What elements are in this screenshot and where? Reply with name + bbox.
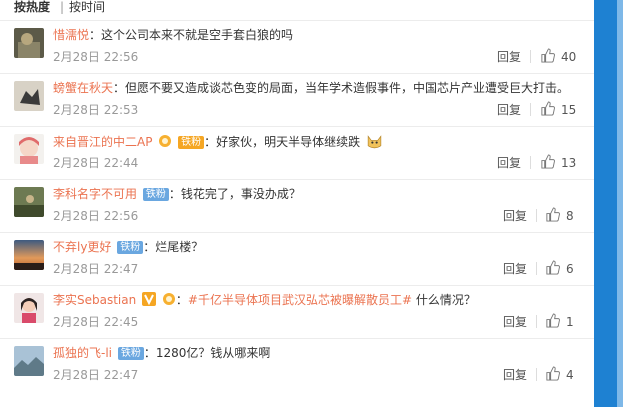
vip-icon xyxy=(162,293,175,305)
divider xyxy=(530,103,531,116)
comment-text: ：烂尾楼？ xyxy=(143,240,204,254)
comment-text: ： xyxy=(175,293,188,307)
thumbs-up-icon[interactable] xyxy=(540,154,555,169)
comment-item: 来自晋江的中二AP 铁粉 ：好家伙，明天半导体继续跌 2月28日 22:44 回复… xyxy=(0,126,594,180)
comment-date: 2月28日 22:56 xyxy=(53,50,139,64)
divider xyxy=(536,315,537,328)
reply-button[interactable]: 回复 xyxy=(497,156,521,170)
username[interactable]: 螃蟹在秋天 xyxy=(53,81,113,95)
comment-text: ：但愿不要又造成谈芯色变的局面，当年学术造假事件，中国芯片产业遭受巨大打击。 xyxy=(113,81,570,95)
doge-emoji-icon xyxy=(367,135,382,149)
username[interactable]: 孤独的飞-li xyxy=(53,346,112,360)
comment-text: ：钱花完了，事没办成？ xyxy=(168,187,301,201)
divider xyxy=(536,262,537,275)
vip-icon xyxy=(159,135,172,147)
comment-item: 李实Sebastian ：#千亿半导体项目武汉弘芯被曝解散员工# 什么情况？ 2… xyxy=(0,285,594,339)
comment-line: 李实Sebastian ：#千亿半导体项目武汉弘芯被曝解散员工# 什么情况？ xyxy=(53,292,476,308)
username[interactable]: 李实Sebastian xyxy=(53,293,136,307)
fan-badge: 铁粉 xyxy=(142,188,169,201)
comment-text: ：这个公司本来不就是空手套白狼的吗 xyxy=(89,28,294,42)
sort-separator: | xyxy=(60,0,65,14)
like-count: 1 xyxy=(566,315,574,329)
avatar[interactable] xyxy=(14,293,44,323)
reply-button[interactable]: 回复 xyxy=(497,103,521,117)
fan-badge: 铁粉 xyxy=(117,241,144,254)
reply-button[interactable]: 回复 xyxy=(503,315,527,329)
comment-text-tail: 什么情况？ xyxy=(412,293,476,307)
comment-line: 李科名字不可用 铁粉 ：钱花完了，事没办成？ xyxy=(53,186,301,202)
comment-item: 不弃ly更好 铁粉 ：烂尾楼？ 2月28日 22:47 回复 6 xyxy=(0,232,594,286)
like-count: 13 xyxy=(561,156,577,170)
username[interactable]: 惜濡悦 xyxy=(53,28,89,42)
avatar[interactable] xyxy=(14,346,44,376)
comment-item: 螃蟹在秋天：但愿不要又造成谈芯色变的局面，当年学术造假事件，中国芯片产业遭受巨大… xyxy=(0,73,594,127)
topic-link[interactable]: #千亿半导体项目武汉弘芯被曝解散员工# xyxy=(188,293,412,307)
comment-line: 惜濡悦：这个公司本来不就是空手套白狼的吗 xyxy=(53,27,293,43)
thumbs-up-icon[interactable] xyxy=(545,313,560,328)
comment-item: 李科名字不可用 铁粉 ：钱花完了，事没办成？ 2月28日 22:56 回复 8 xyxy=(0,179,594,233)
like-count: 6 xyxy=(566,262,574,276)
avatar[interactable] xyxy=(14,81,44,111)
comment-line: 螃蟹在秋天：但愿不要又造成谈芯色变的局面，当年学术造假事件，中国芯片产业遭受巨大… xyxy=(53,80,569,96)
avatar-image xyxy=(14,293,44,323)
comment-date: 2月28日 22:53 xyxy=(53,103,139,117)
comment-text: ：好家伙，明天半导体继续跌 xyxy=(204,135,361,149)
comment-text: ：1280亿？钱从哪来啊 xyxy=(143,346,271,360)
divider xyxy=(536,368,537,381)
avatar[interactable] xyxy=(14,187,44,217)
avatar[interactable] xyxy=(14,28,44,58)
divider xyxy=(530,50,531,63)
comment-item: 惜濡悦：这个公司本来不就是空手套白狼的吗 2月28日 22:56 回复 40 xyxy=(0,20,594,74)
like-count: 8 xyxy=(566,209,574,223)
avatar-image xyxy=(14,28,44,58)
fan-badge: 铁粉 xyxy=(117,347,144,360)
comment-item: 孤独的飞-li 铁粉 ：1280亿？钱从哪来啊 2月28日 22:47 回复 4 xyxy=(0,338,594,392)
comment-line: 不弃ly更好 铁粉 ：烂尾楼？ xyxy=(53,239,203,255)
thumbs-up-icon[interactable] xyxy=(545,366,560,381)
username[interactable]: 来自晋江的中二AP xyxy=(53,135,152,149)
thumbs-up-icon[interactable] xyxy=(545,207,560,222)
scrollbar[interactable] xyxy=(617,0,623,407)
username[interactable]: 李科名字不可用 xyxy=(53,187,137,201)
fan-badge: 铁粉 xyxy=(178,136,205,149)
avatar-image xyxy=(14,187,44,217)
comment-date: 2月28日 22:56 xyxy=(53,209,139,223)
avatar-image xyxy=(14,240,44,270)
thumbs-up-icon[interactable] xyxy=(545,260,560,275)
reply-button[interactable]: 回复 xyxy=(503,368,527,382)
verified-v-icon xyxy=(142,292,157,306)
comment-date: 2月28日 22:44 xyxy=(53,156,139,170)
comment-panel: 按热度 | 按时间 惜濡悦：这个公司本来不就是空手套白狼的吗 2月28日 22:… xyxy=(0,0,594,407)
comment-line: 孤独的飞-li 铁粉 ：1280亿？钱从哪来啊 xyxy=(53,345,270,361)
comment-date: 2月28日 22:47 xyxy=(53,262,139,276)
page-side-background xyxy=(594,0,623,407)
sort-bar: 按热度 | 按时间 xyxy=(0,0,594,16)
sort-by-time[interactable]: 按时间 xyxy=(69,0,105,14)
avatar[interactable] xyxy=(14,240,44,270)
avatar-image xyxy=(14,134,44,164)
reply-button[interactable]: 回复 xyxy=(503,262,527,276)
like-count: 40 xyxy=(561,50,577,64)
reply-button[interactable]: 回复 xyxy=(497,50,521,64)
comment-date: 2月28日 22:47 xyxy=(53,368,139,382)
sort-by-hot[interactable]: 按热度 xyxy=(14,0,50,14)
thumbs-up-icon[interactable] xyxy=(540,48,555,63)
username[interactable]: 不弃ly更好 xyxy=(53,240,111,254)
comment-line: 来自晋江的中二AP 铁粉 ：好家伙，明天半导体继续跌 xyxy=(53,133,383,150)
like-count: 4 xyxy=(566,368,574,382)
thumbs-up-icon[interactable] xyxy=(540,101,555,116)
reply-button[interactable]: 回复 xyxy=(503,209,527,223)
comment-date: 2月28日 22:45 xyxy=(53,315,139,329)
like-count: 15 xyxy=(561,103,577,117)
divider xyxy=(536,209,537,222)
avatar-image xyxy=(14,346,44,376)
avatar-image xyxy=(14,81,44,111)
divider xyxy=(530,156,531,169)
avatar[interactable] xyxy=(14,134,44,164)
